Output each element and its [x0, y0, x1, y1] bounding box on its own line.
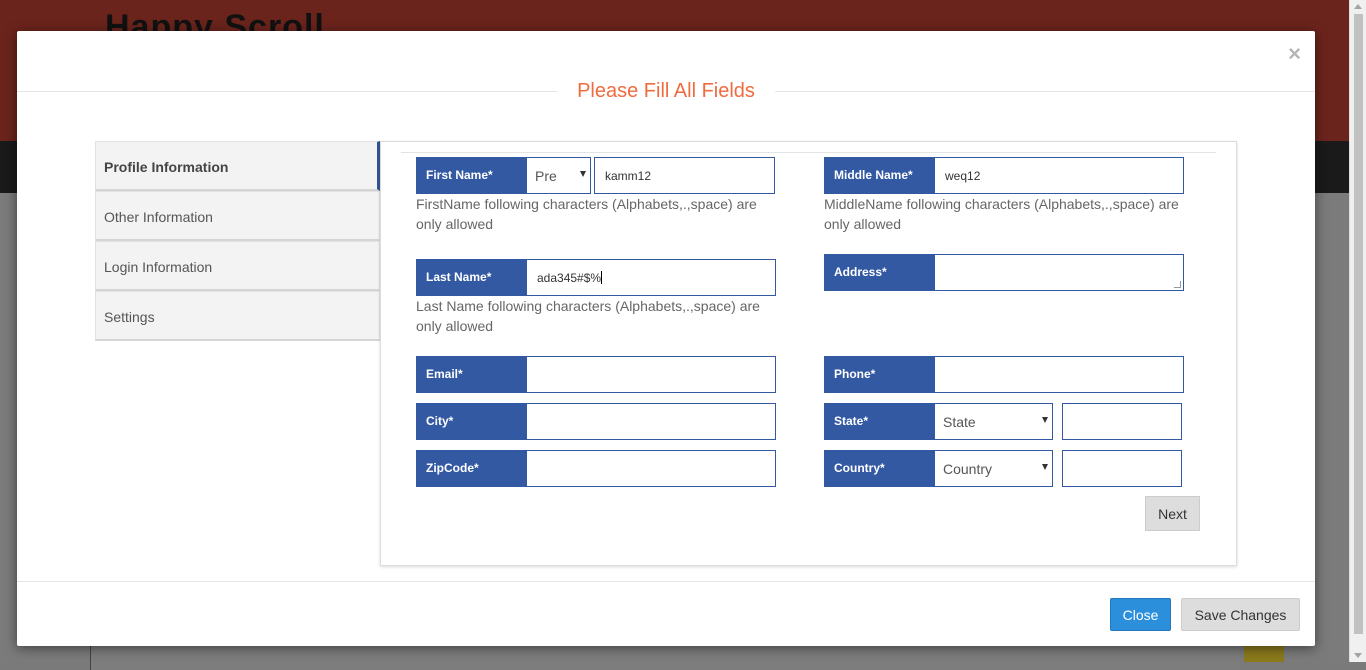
modal-title: Please Fill All Fields	[557, 80, 775, 102]
last-name-label: Last Name*	[416, 259, 526, 296]
state-label: State*	[824, 403, 934, 440]
scroll-up-icon[interactable]	[1354, 4, 1362, 9]
last-name-help: Last Name following characters (Alphabet…	[416, 298, 760, 334]
city-input[interactable]	[526, 403, 776, 440]
middle-name-label: Middle Name*	[824, 157, 934, 194]
state-selected: State	[943, 414, 976, 430]
caret-down-icon	[1042, 464, 1048, 470]
last-name-input[interactable]: ada345#$%	[526, 259, 776, 296]
scrollbar-thumb[interactable]	[1354, 14, 1363, 634]
tab-other-information[interactable]: Other Information	[95, 191, 380, 241]
zipcode-label: ZipCode*	[416, 450, 526, 487]
first-name-field: First Name* Pre kamm12	[416, 157, 775, 194]
zipcode-input[interactable]	[526, 450, 776, 487]
country-select[interactable]: Country	[934, 450, 1053, 487]
caret-down-icon	[1042, 417, 1048, 423]
address-field: Address*	[824, 254, 1184, 291]
modal-title-wrap: Please Fill All Fields	[17, 80, 1315, 103]
tab-profile-information[interactable]: Profile Information	[95, 141, 380, 191]
middle-name-input[interactable]: weq12	[934, 157, 1184, 194]
close-button[interactable]: Close	[1110, 598, 1171, 631]
phone-field: Phone*	[824, 356, 1184, 393]
tab-settings[interactable]: Settings	[95, 291, 380, 341]
profile-form-panel: First Name* Pre kamm12 FirstName followi…	[380, 141, 1237, 566]
scroll-down-icon[interactable]	[1354, 653, 1362, 658]
caret-down-icon	[580, 171, 586, 177]
close-icon[interactable]: ×	[1288, 43, 1301, 65]
name-prefix-value: Pre	[535, 168, 557, 184]
city-field: City*	[416, 403, 776, 440]
last-name-field: Last Name* ada345#$%	[416, 259, 776, 296]
country-field: Country* Country	[824, 450, 1182, 487]
city-label: City*	[416, 403, 526, 440]
modal-footer-divider	[17, 581, 1315, 582]
email-field: Email*	[416, 356, 776, 393]
email-input[interactable]	[526, 356, 776, 393]
text-cursor	[601, 271, 603, 284]
address-textarea[interactable]	[934, 254, 1184, 291]
first-name-help: FirstName following characters (Alphabet…	[416, 196, 757, 232]
email-label: Email*	[416, 356, 526, 393]
panel-divider	[401, 152, 1216, 153]
last-name-value: ada345#$%	[537, 271, 602, 285]
phone-input[interactable]	[934, 356, 1184, 393]
country-other-input[interactable]	[1062, 450, 1182, 487]
zipcode-field: ZipCode*	[416, 450, 776, 487]
profile-modal: × Please Fill All Fields Profile Informa…	[17, 31, 1315, 646]
country-selected: Country	[943, 461, 993, 477]
address-label: Address*	[824, 254, 934, 291]
save-changes-button[interactable]: Save Changes	[1181, 598, 1300, 631]
country-label: Country*	[824, 450, 934, 487]
next-button[interactable]: Next	[1145, 496, 1200, 531]
phone-label: Phone*	[824, 356, 934, 393]
tab-login-information[interactable]: Login Information	[95, 241, 380, 291]
name-prefix-select[interactable]: Pre	[526, 157, 591, 194]
state-other-input[interactable]	[1062, 403, 1182, 440]
middle-name-field: Middle Name* weq12	[824, 157, 1184, 194]
state-field: State* State	[824, 403, 1182, 440]
first-name-input[interactable]: kamm12	[594, 157, 775, 194]
state-select[interactable]: State	[934, 403, 1053, 440]
resize-grip-icon[interactable]	[1174, 281, 1181, 288]
page-scrollbar[interactable]	[1349, 0, 1366, 662]
tab-list: Profile Information Other Information Lo…	[95, 141, 380, 341]
middle-name-help: MiddleName following characters (Alphabe…	[824, 196, 1179, 232]
first-name-label: First Name*	[416, 157, 526, 194]
